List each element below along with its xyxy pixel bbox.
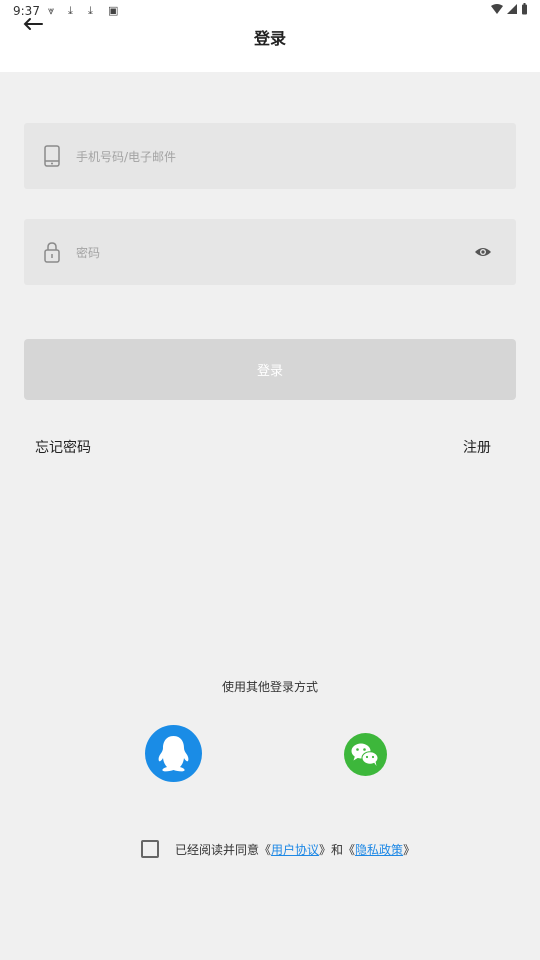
notification-icon: ⩔ <box>48 4 55 17</box>
status-right <box>491 3 528 15</box>
qq-login-button[interactable] <box>145 725 202 782</box>
register-link[interactable]: 注册 <box>463 437 491 457</box>
lock-icon <box>44 242 60 263</box>
battery-icon <box>522 3 527 15</box>
download-icon: ⤓ <box>88 4 93 17</box>
top-bar: 9:37 ⩔ ⤓ ⤓ ▣ 登录 <box>0 0 540 72</box>
signal-icon <box>507 4 517 14</box>
phone-icon <box>44 145 60 167</box>
other-login-label: 使用其他登录方式 <box>221 680 318 694</box>
password-field[interactable] <box>24 219 516 287</box>
agreement-middle: 》和《 <box>319 842 356 857</box>
qq-icon <box>158 736 189 772</box>
page-title: 登录 <box>253 29 286 48</box>
login-button[interactable]: 登录 <box>24 339 516 400</box>
app-icon: ▣ <box>108 4 119 17</box>
agreement-suffix: 》 <box>403 842 416 857</box>
wechat-icon <box>351 743 379 766</box>
password-input[interactable] <box>74 219 458 287</box>
forgot-password-link[interactable]: 忘记密码 <box>35 437 91 457</box>
download-icon: ⤓ <box>68 4 73 17</box>
user-agreement-link[interactable]: 用户协议 <box>271 841 319 858</box>
wechat-login-button[interactable] <box>344 733 387 776</box>
status-bar: 9:37 ⩔ ⤓ ⤓ ▣ <box>0 0 540 22</box>
privacy-policy-link[interactable]: 隐私政策 <box>355 841 403 858</box>
agreement-prefix: 已经阅读并同意《 <box>175 842 272 857</box>
account-field[interactable] <box>24 123 516 191</box>
wifi-icon <box>491 4 503 14</box>
agreement-checkbox[interactable] <box>141 840 159 858</box>
agreement-row: 已经阅读并同意《 用户协议 》和《 隐私政策》 <box>141 839 415 859</box>
eye-icon[interactable] <box>474 243 492 261</box>
account-input[interactable] <box>74 123 458 191</box>
